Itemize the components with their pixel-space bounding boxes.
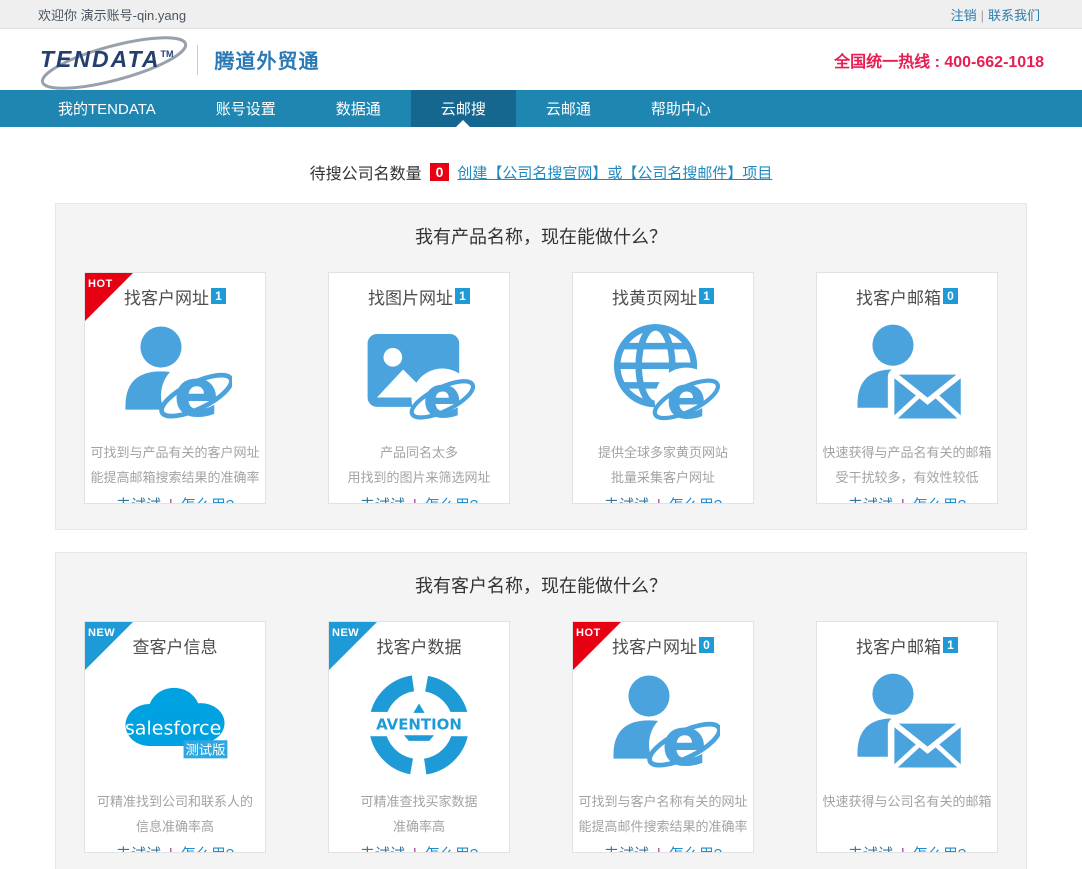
hot-ribbon: HOT (572, 621, 622, 671)
create-project-link[interactable]: 创建【公司名搜官网】或【公司名搜邮件】项目 (457, 162, 772, 183)
nav-item-cloud-mail[interactable]: 云邮通 (516, 90, 621, 127)
try-it-link[interactable]: 去试试 (604, 497, 649, 504)
try-it-link[interactable]: 去试试 (116, 497, 161, 504)
person-browser-icon: e (606, 668, 720, 782)
contact-us-link[interactable]: 联系我们 (988, 8, 1040, 23)
svg-text:e: e (666, 363, 707, 433)
section-title: 我有客户名称，现在能做什么？ (84, 575, 998, 597)
how-to-use-link[interactable]: 怎么用? (181, 497, 234, 504)
nav-item-data-service[interactable]: 数据通 (306, 90, 411, 127)
count-badge: 1 (211, 288, 226, 304)
card-find-customer-email: 找客户邮箱0 快速获得与产品名有关的邮箱受干扰较多，有效性较低 去试试 | 怎么用? (816, 272, 998, 504)
new-ribbon: NEW (84, 621, 134, 671)
how-to-use-link[interactable]: 怎么用? (913, 497, 966, 504)
nav-item-my-tendata[interactable]: 我的TENDATA (28, 90, 186, 127)
count-badge: 1 (699, 288, 714, 304)
header: TENDATATM 腾道外贸通 全国统一热线 : 400-662-1018 (0, 29, 1082, 90)
card-description: 快速获得与公司名有关的邮箱 (817, 789, 997, 839)
card-find-yellowpage-website: 找黄页网址1 e 提供全球多家黄页网站批量采集客户网址 去试试 | 怎么用? (572, 272, 754, 504)
how-to-use-link[interactable]: 怎么用? (425, 497, 478, 504)
card-description: 可精准找到公司和联系人的信息准确率高 (85, 789, 265, 839)
svg-text:salesforce: salesforce (125, 718, 221, 740)
nav-item-help-center[interactable]: 帮助中心 (621, 90, 741, 127)
card-description: 快速获得与产品名有关的邮箱受干扰较多，有效性较低 (817, 440, 997, 490)
count-badge: 0 (943, 288, 958, 304)
welcome-text: 欢迎你 演示账号-qin.yang (38, 5, 186, 24)
link-separator: | (169, 846, 173, 853)
try-it-link[interactable]: 去试试 (848, 846, 893, 853)
how-to-use-link[interactable]: 怎么用? (181, 846, 234, 853)
link-separator: | (657, 497, 661, 504)
avention-icon: AVENTION (362, 668, 476, 782)
section-title: 我有产品名称，现在能做什么？ (84, 226, 998, 248)
card-title: 找图片网址1 (329, 288, 509, 310)
card-title: 找客户邮箱0 (817, 288, 997, 310)
card-title: 找客户邮箱1 (817, 637, 997, 659)
try-it-link[interactable]: 去试试 (848, 497, 893, 504)
svg-text:e: e (174, 354, 220, 432)
count-badge: 0 (699, 637, 714, 653)
salesforce-icon: salesforce 测试版 (115, 677, 235, 773)
card-description: 可精准查找买家数据准确率高 (329, 789, 509, 839)
hotline-text: 全国统一热线 : 400-662-1018 (834, 48, 1044, 72)
topbar-divider: | (981, 8, 984, 23)
count-badge: 1 (455, 288, 470, 304)
card-description: 产品同名太多用找到的图片来筛选网址 (329, 440, 509, 490)
person-mail-icon (850, 668, 964, 782)
card-title: 找黄页网址1 (573, 288, 753, 310)
link-separator: | (169, 497, 173, 504)
card-find-image-website: 找图片网址1 e 产品同名太多用找到的图片来筛选网址 去试试 | 怎么用? (328, 272, 510, 504)
card-find-customer-website: HOT 找客户网址1 e 可找到与产品有关的客户网址能提高邮箱搜索结果的准确率 … (84, 272, 266, 504)
count-badge: 1 (943, 637, 958, 653)
how-to-use-link[interactable]: 怎么用? (913, 846, 966, 853)
link-separator: | (413, 497, 417, 504)
logout-link[interactable]: 注销 (951, 8, 977, 23)
trial-version-label: 测试版 (185, 743, 225, 759)
pending-count-label: 待搜公司名数量 (310, 160, 422, 184)
section-product-name: 我有产品名称，现在能做什么？ HOT 找客户网址1 e 可找到与产品有关的客户网… (55, 203, 1027, 530)
card-check-customer-info: NEW 查客户信息 salesforce 测试版 可精准找到公司和联系人的信息准… (84, 621, 266, 853)
card-find-customer-data: NEW 找客户数据 AVENTION 可精准查找买家数据准确率高 去试试|怎么用… (328, 621, 510, 853)
svg-text:AVENTION: AVENTION (376, 716, 462, 734)
tendata-logo[interactable]: TENDATATM (38, 40, 187, 79)
link-separator: | (901, 497, 905, 504)
pending-search-bar: 待搜公司名数量 0 创建【公司名搜官网】或【公司名搜邮件】项目 (0, 160, 1082, 184)
hot-ribbon: HOT (84, 272, 134, 322)
svg-text:e: e (662, 703, 708, 781)
card-description: 可找到与客户名称有关的网址能提高邮件搜索结果的准确率 (573, 789, 753, 839)
person-mail-icon (850, 319, 964, 433)
globe-browser-icon: e (606, 319, 720, 433)
how-to-use-link[interactable]: 怎么用? (425, 846, 478, 853)
card-description: 可找到与产品有关的客户网址能提高邮箱搜索结果的准确率 (85, 440, 265, 490)
product-name: 腾道外贸通 (214, 45, 319, 74)
try-it-link[interactable]: 去试试 (360, 846, 405, 853)
main-nav: 我的TENDATA 账号设置 数据通 云邮搜 云邮通 帮助中心 (0, 90, 1082, 127)
try-it-link[interactable]: 去试试 (604, 846, 649, 853)
nav-item-cloud-mail-search[interactable]: 云邮搜 (411, 90, 516, 127)
section-customer-name: 我有客户名称，现在能做什么？ NEW 查客户信息 salesforce 测试版 (55, 552, 1027, 869)
how-to-use-link[interactable]: 怎么用? (669, 846, 722, 853)
top-bar: 欢迎你 演示账号-qin.yang 注销 | 联系我们 (0, 0, 1082, 29)
pending-count-badge: 0 (430, 163, 450, 181)
card-find-customer-website: HOT 找客户网址0 e 可找到与客户名称有关的网址能提高邮件搜索结果的准确率 … (572, 621, 754, 853)
card-find-customer-email: 找客户邮箱1 快速获得与公司名有关的邮箱 去试试 | 怎么用? (816, 621, 998, 853)
svg-text:e: e (423, 363, 462, 431)
card-description: 提供全球多家黄页网站批量采集客户网址 (573, 440, 753, 490)
try-it-link[interactable]: 去试试 (116, 846, 161, 853)
person-browser-icon: e (118, 319, 232, 433)
image-browser-icon: e (362, 319, 476, 433)
try-it-link[interactable]: 去试试 (360, 497, 405, 504)
nav-item-account-settings[interactable]: 账号设置 (186, 90, 306, 127)
link-separator: | (901, 846, 905, 853)
new-ribbon: NEW (328, 621, 378, 671)
link-separator: | (657, 846, 661, 853)
link-separator: | (413, 846, 417, 853)
how-to-use-link[interactable]: 怎么用? (669, 497, 722, 504)
logo-text: TENDATATM (40, 46, 173, 72)
